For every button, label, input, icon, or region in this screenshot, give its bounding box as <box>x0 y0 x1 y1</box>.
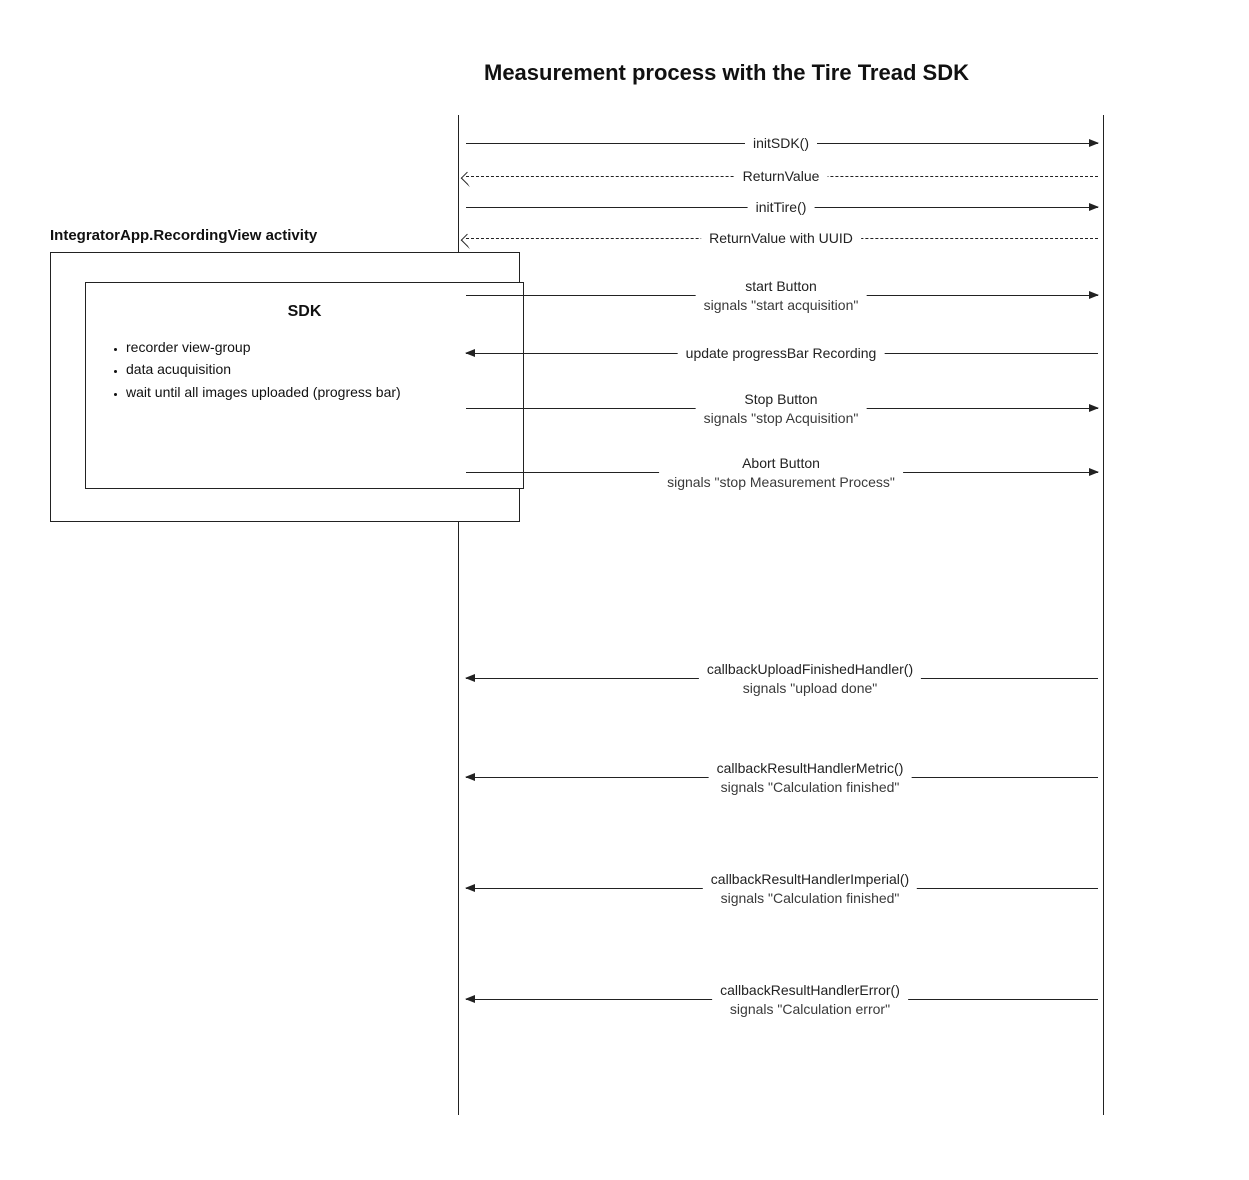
diagram-title: Measurement process with the Tire Tread … <box>484 60 969 86</box>
arrowhead-left-icon <box>461 234 477 250</box>
lifeline-sdk-remote <box>1103 115 1104 1115</box>
msg-initTire: initTire() <box>748 197 815 218</box>
inner-box-sdk: SDK recorder view-group data acuquisitio… <box>85 282 524 489</box>
arrowhead-left-icon <box>465 349 475 357</box>
arrowhead-right-icon <box>1089 291 1099 299</box>
msg-callback-result-metric-line2: signals "Calculation finished" <box>717 778 904 797</box>
sequence-diagram: Measurement process with the Tire Tread … <box>0 0 1249 1180</box>
arrowhead-right-icon <box>1089 468 1099 476</box>
msg-abort-button: Abort Button signals "stop Measurement P… <box>659 454 903 492</box>
msg-callback-upload-finished-line1: callbackUploadFinishedHandler() <box>707 661 913 677</box>
sdk-box-title: SDK <box>104 303 505 321</box>
msg-stop-button-line2: signals "stop Acquisition" <box>704 409 859 428</box>
msg-initSDK: initSDK() <box>745 133 817 154</box>
msg-abort-button-line2: signals "stop Measurement Process" <box>667 473 895 492</box>
actor-label-integrator-app: IntegratorApp.RecordingView activity <box>50 227 317 244</box>
msg-callback-result-imperial-line2: signals "Calculation finished" <box>711 889 909 908</box>
msg-callback-result-error-line1: callbackResultHandlerError() <box>720 982 900 998</box>
arrowhead-left-icon <box>465 674 475 682</box>
sdk-list-item: data acuquisition <box>126 358 505 380</box>
msg-callback-result-error: callbackResultHandlerError() signals "Ca… <box>712 981 908 1019</box>
sdk-capabilities-list: recorder view-group data acuquisition wa… <box>104 336 505 403</box>
msg-stop-button: Stop Button signals "stop Acquisition" <box>696 390 867 428</box>
msg-abort-button-line1: Abort Button <box>742 455 820 471</box>
msg-callback-result-metric-line1: callbackResultHandlerMetric() <box>717 760 904 776</box>
msg-callback-result-imperial: callbackResultHandlerImperial() signals … <box>703 870 917 908</box>
msg-callback-upload-finished: callbackUploadFinishedHandler() signals … <box>699 660 921 698</box>
msg-callback-upload-finished-line2: signals "upload done" <box>707 679 913 698</box>
msg-update-progressbar: update progressBar Recording <box>678 343 885 364</box>
arrowhead-right-icon <box>1089 139 1099 147</box>
arrowhead-right-icon <box>1089 203 1099 211</box>
msg-returnvalue-uuid: ReturnValue with UUID <box>701 228 861 249</box>
sdk-list-item: wait until all images uploaded (progress… <box>126 381 505 403</box>
msg-stop-button-line1: Stop Button <box>744 391 817 407</box>
msg-start-button-line2: signals "start acquisition" <box>704 296 859 315</box>
msg-callback-result-error-line2: signals "Calculation error" <box>720 1000 900 1019</box>
arrowhead-left-icon <box>465 884 475 892</box>
msg-callback-result-metric: callbackResultHandlerMetric() signals "C… <box>709 759 912 797</box>
arrowhead-left-icon <box>465 773 475 781</box>
msg-start-button: start Button signals "start acquisition" <box>696 277 867 315</box>
msg-callback-result-imperial-line1: callbackResultHandlerImperial() <box>711 871 909 887</box>
sdk-list-item: recorder view-group <box>126 336 505 358</box>
arrowhead-right-icon <box>1089 404 1099 412</box>
arrowhead-left-icon <box>465 995 475 1003</box>
msg-start-button-line1: start Button <box>745 278 817 294</box>
msg-returnvalue: ReturnValue <box>735 166 828 187</box>
arrowhead-left-icon <box>461 172 477 188</box>
